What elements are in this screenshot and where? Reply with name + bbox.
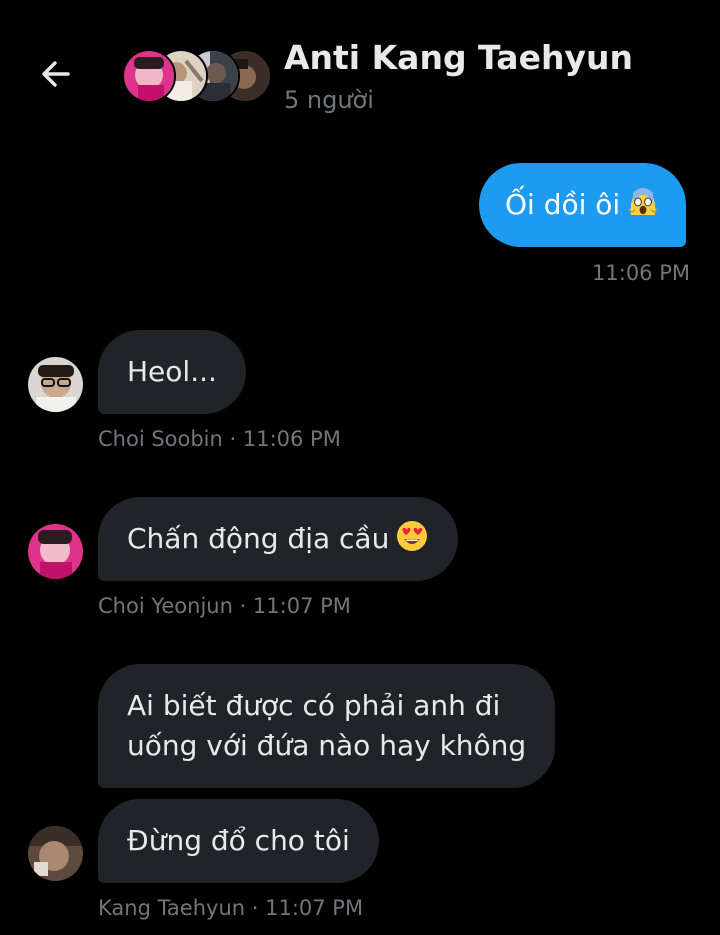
- received-message-bubble[interactable]: Ai biết được có phải anh đi uống với đứa…: [98, 664, 556, 788]
- message-text: Đừng đổ cho tôi: [127, 824, 350, 857]
- group-avatar-stack[interactable]: [122, 49, 272, 103]
- message-text: Ối dồi ôi: [505, 188, 621, 221]
- message-timestamp: 11:06 PM: [592, 261, 690, 285]
- message-text: Heol...: [127, 355, 217, 388]
- group-avatar: [122, 49, 176, 103]
- arrow-left-icon: [38, 56, 74, 96]
- message-meta: Kang Taehyun · 11:07 PM: [98, 896, 364, 920]
- scream-emoji-icon: [626, 185, 660, 230]
- message-text-line: uống với đứa nào hay không: [127, 729, 527, 762]
- received-message-bubble[interactable]: Heol...: [98, 330, 246, 414]
- conversation-title: Anti Kang Taehyun: [284, 38, 633, 77]
- avatar[interactable]: [28, 524, 83, 579]
- message-text-line: Ai biết được có phải anh đi: [127, 689, 501, 722]
- message-text: Chấn động địa cầu: [127, 522, 390, 555]
- member-count: 5 người: [284, 86, 374, 114]
- message-meta: Choi Soobin · 11:06 PM: [98, 427, 341, 451]
- back-button[interactable]: [36, 56, 76, 96]
- avatar[interactable]: [28, 357, 83, 412]
- received-message-bubble[interactable]: Chấn động địa cầu: [98, 497, 459, 581]
- sent-message-bubble[interactable]: Ối dồi ôi: [479, 163, 687, 247]
- message-meta: Choi Yeonjun · 11:07 PM: [98, 594, 351, 618]
- heart-eyes-emoji-icon: [395, 519, 429, 564]
- avatar[interactable]: [28, 826, 83, 881]
- received-message-bubble[interactable]: Đừng đổ cho tôi: [98, 799, 379, 883]
